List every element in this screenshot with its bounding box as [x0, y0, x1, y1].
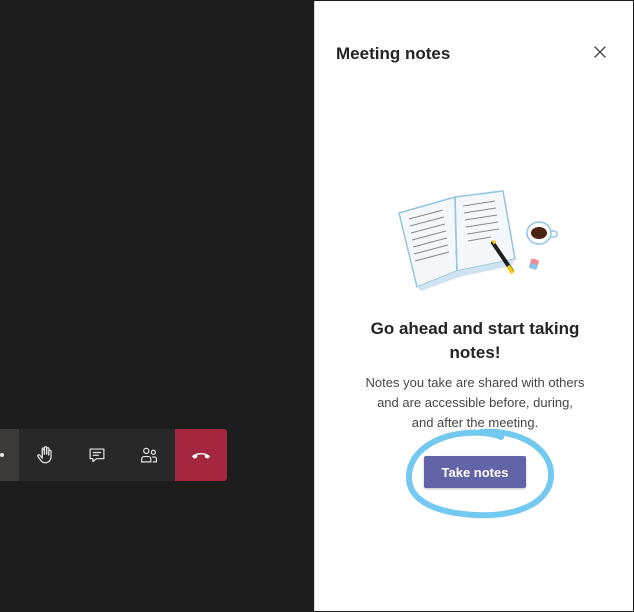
more-actions-button[interactable] — [0, 429, 19, 481]
hang-up-button[interactable] — [175, 429, 227, 481]
empty-state-heading: Go ahead and start taking notes! — [370, 319, 580, 362]
chat-icon — [89, 448, 105, 463]
meeting-stage — [0, 0, 314, 612]
raise-hand-icon — [37, 446, 52, 464]
close-icon — [594, 46, 606, 58]
empty-state-description: Notes you take are shared with others an… — [365, 375, 585, 430]
hang-up-icon — [192, 453, 210, 459]
call-toolbar — [0, 429, 227, 481]
panel-title: Meeting notes — [336, 44, 451, 63]
raise-hand-button[interactable] — [19, 429, 71, 481]
take-notes-button[interactable]: Take notes — [424, 456, 526, 488]
chat-button[interactable] — [71, 429, 123, 481]
participants-button[interactable] — [123, 429, 175, 481]
more-dots-icon — [0, 453, 4, 457]
close-button[interactable] — [591, 43, 609, 61]
toolbar-button-group — [19, 429, 175, 481]
meeting-notes-panel: Meeting notes Go ahead and start taking … — [314, 1, 633, 611]
participants-icon — [141, 447, 158, 463]
notebook-illustration — [398, 190, 558, 291]
